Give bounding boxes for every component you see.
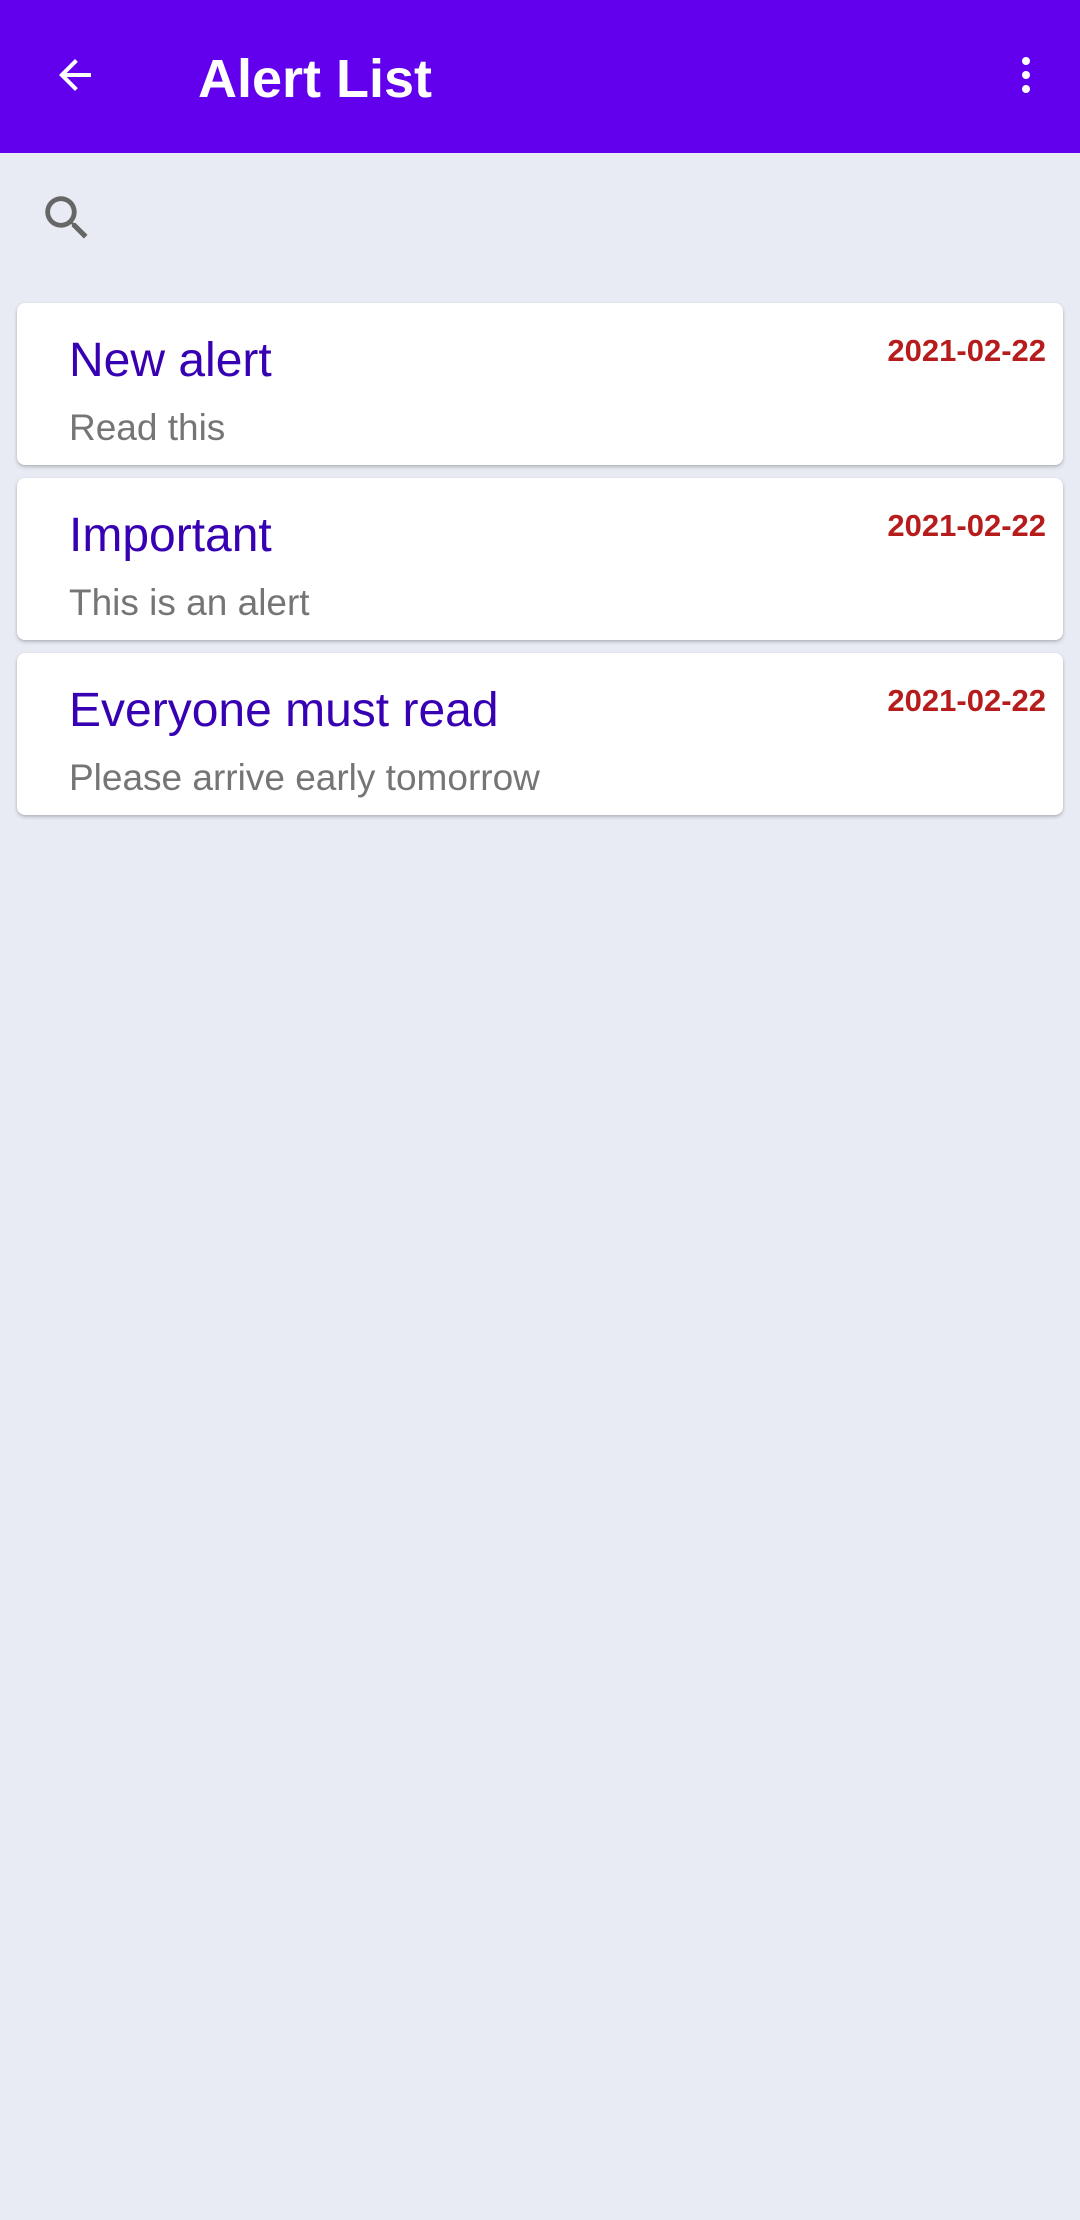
alert-list: New alert Read this 2021-02-22 Important… bbox=[17, 303, 1063, 828]
arrow-back-icon bbox=[51, 51, 99, 104]
search-bar bbox=[0, 153, 1080, 283]
overflow-menu-button[interactable] bbox=[990, 32, 1062, 122]
alert-list-item[interactable]: New alert Read this 2021-02-22 bbox=[17, 303, 1063, 465]
alert-message: This is an alert bbox=[69, 582, 310, 623]
more-vert-icon bbox=[1002, 51, 1050, 104]
alert-date: 2021-02-22 bbox=[887, 333, 1046, 368]
search-input[interactable] bbox=[120, 173, 1044, 265]
app-bar: Alert List bbox=[0, 0, 1080, 153]
alert-date: 2021-02-22 bbox=[887, 683, 1046, 718]
alert-title: Everyone must read bbox=[69, 684, 499, 737]
alert-list-item[interactable]: Everyone must read Please arrive early t… bbox=[17, 653, 1063, 815]
back-button[interactable] bbox=[30, 32, 120, 122]
alert-title: New alert bbox=[69, 334, 272, 387]
page-title: Alert List bbox=[198, 49, 433, 109]
alert-message: Read this bbox=[69, 407, 226, 448]
alert-date: 2021-02-22 bbox=[887, 508, 1046, 543]
alert-message: Please arrive early tomorrow bbox=[69, 757, 540, 798]
alert-title: Important bbox=[69, 509, 272, 562]
alert-list-item[interactable]: Important This is an alert 2021-02-22 bbox=[17, 478, 1063, 640]
search-icon[interactable] bbox=[32, 183, 102, 253]
